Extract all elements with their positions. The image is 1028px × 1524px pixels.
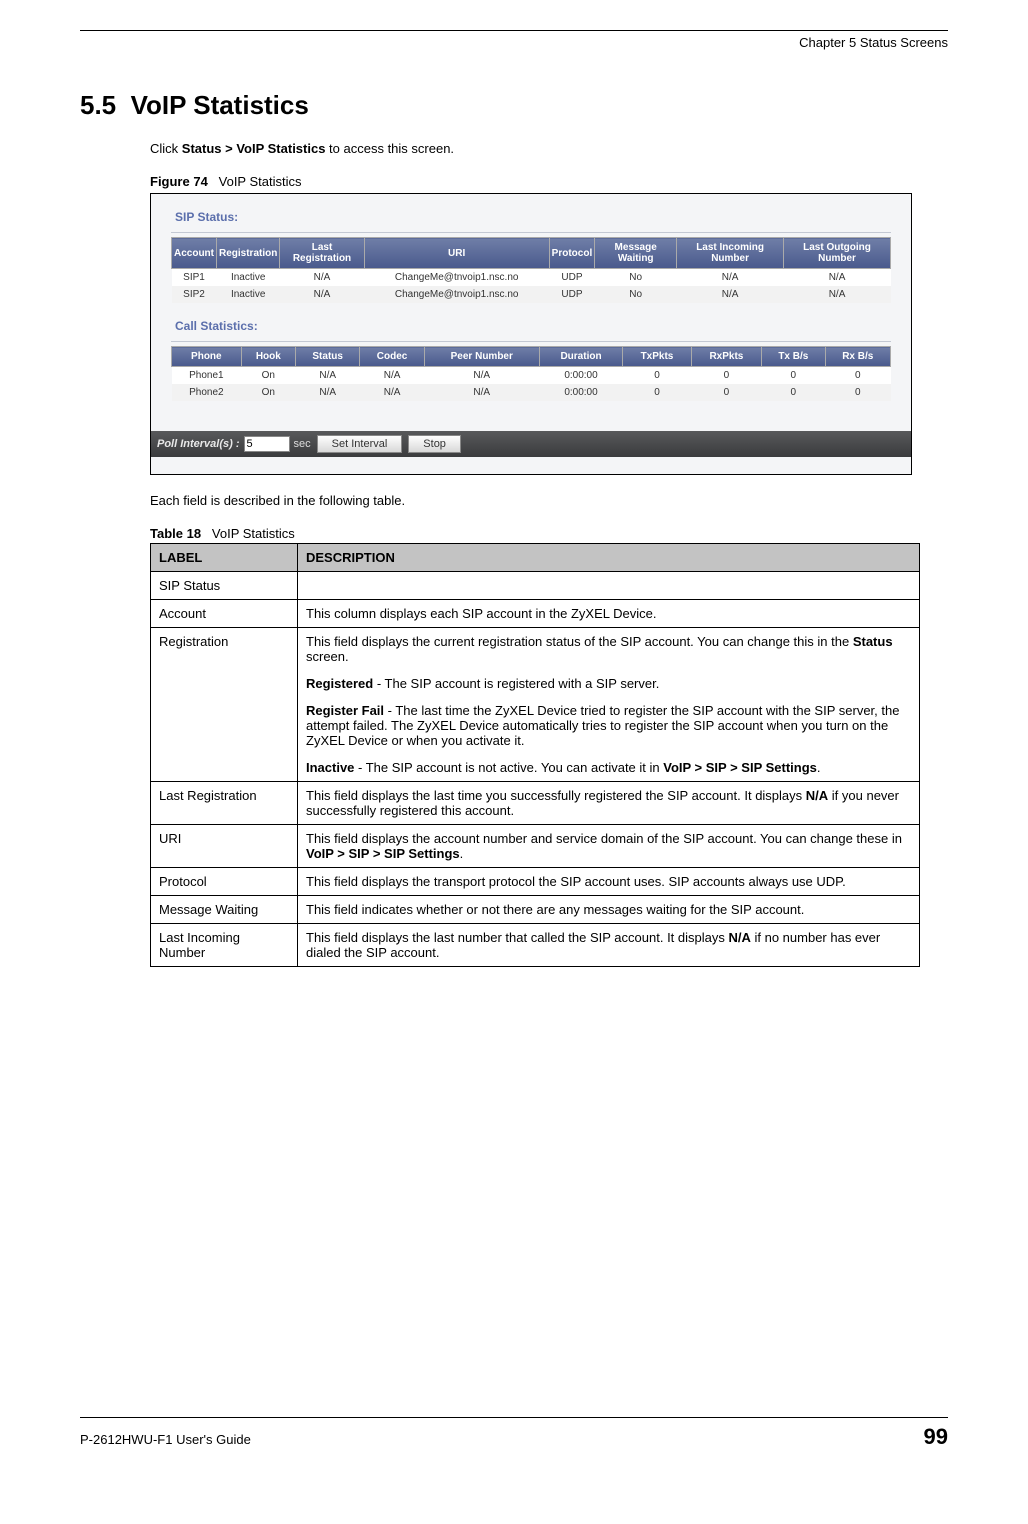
poll-interval-sec: sec bbox=[294, 438, 311, 450]
table-row: SIP2 Inactive N/A ChangeMe@tnvoip1.nsc.n… bbox=[172, 286, 891, 303]
section-number: 5.5 bbox=[80, 90, 116, 120]
table-row: Message Waiting This field indicates whe… bbox=[151, 896, 920, 924]
table-row: SIP Status bbox=[151, 572, 920, 600]
table-row: URI This field displays the account numb… bbox=[151, 825, 920, 868]
sip-status-table: Account Registration Last Registration U… bbox=[171, 237, 891, 303]
call-stats-heading: Call Statistics: bbox=[171, 313, 891, 342]
sip-status-heading: SIP Status: bbox=[171, 204, 891, 233]
sip-th-protocol: Protocol bbox=[549, 238, 595, 269]
after-figure-text: Each field is described in the following… bbox=[150, 493, 948, 508]
set-interval-button[interactable]: Set Interval bbox=[317, 435, 403, 453]
table-row: Phone1 On N/A N/A N/A 0:00:00 0 0 0 0 bbox=[172, 367, 891, 385]
sip-th-uri: URI bbox=[364, 238, 549, 269]
description-table: LABEL DESCRIPTION SIP Status Account Thi… bbox=[150, 543, 920, 967]
header-chapter: Chapter 5 Status Screens bbox=[80, 35, 948, 50]
table-row: Protocol This field displays the transpo… bbox=[151, 868, 920, 896]
sip-th-msgwait: Message Waiting bbox=[595, 238, 677, 269]
figure-screenshot: SIP Status: Account Registration Last Re… bbox=[150, 193, 912, 475]
table-row: Phone2 On N/A N/A N/A 0:00:00 0 0 0 0 bbox=[172, 384, 891, 401]
poll-interval-label: Poll Interval(s) : bbox=[157, 438, 240, 450]
section-title: VoIP Statistics bbox=[131, 90, 309, 120]
page-footer: P-2612HWU-F1 User's Guide 99 bbox=[80, 1417, 948, 1450]
sip-th-account: Account bbox=[172, 238, 217, 269]
desc-th-description: DESCRIPTION bbox=[298, 544, 920, 572]
sip-th-lastout: Last Outgoing Number bbox=[784, 238, 891, 269]
stop-button[interactable]: Stop bbox=[408, 435, 461, 453]
section-heading: 5.5 VoIP Statistics bbox=[80, 90, 948, 121]
sip-th-lastin: Last Incoming Number bbox=[677, 238, 784, 269]
sip-th-registration: Registration bbox=[217, 238, 280, 269]
footer-guide: P-2612HWU-F1 User's Guide bbox=[80, 1432, 251, 1447]
table-caption: Table 18 VoIP Statistics bbox=[150, 526, 948, 541]
desc-th-label: LABEL bbox=[151, 544, 298, 572]
figure-caption: Figure 74 VoIP Statistics bbox=[150, 174, 948, 189]
table-row: Last Incoming Number This field displays… bbox=[151, 924, 920, 967]
table-row: Last Registration This field displays th… bbox=[151, 782, 920, 825]
intro-text: Click Status > VoIP Statistics to access… bbox=[150, 141, 948, 156]
sip-th-lastreg: Last Registration bbox=[280, 238, 364, 269]
call-stats-table: Phone Hook Status Codec Peer Number Dura… bbox=[171, 346, 891, 401]
table-row: Registration This field displays the cur… bbox=[151, 628, 920, 782]
footer-page-number: 99 bbox=[924, 1424, 948, 1450]
table-row: SIP1 Inactive N/A ChangeMe@tnvoip1.nsc.n… bbox=[172, 269, 891, 287]
poll-interval-input[interactable] bbox=[244, 436, 290, 452]
table-row: Account This column displays each SIP ac… bbox=[151, 600, 920, 628]
poll-interval-bar: Poll Interval(s) : sec Set Interval Stop bbox=[151, 431, 911, 457]
